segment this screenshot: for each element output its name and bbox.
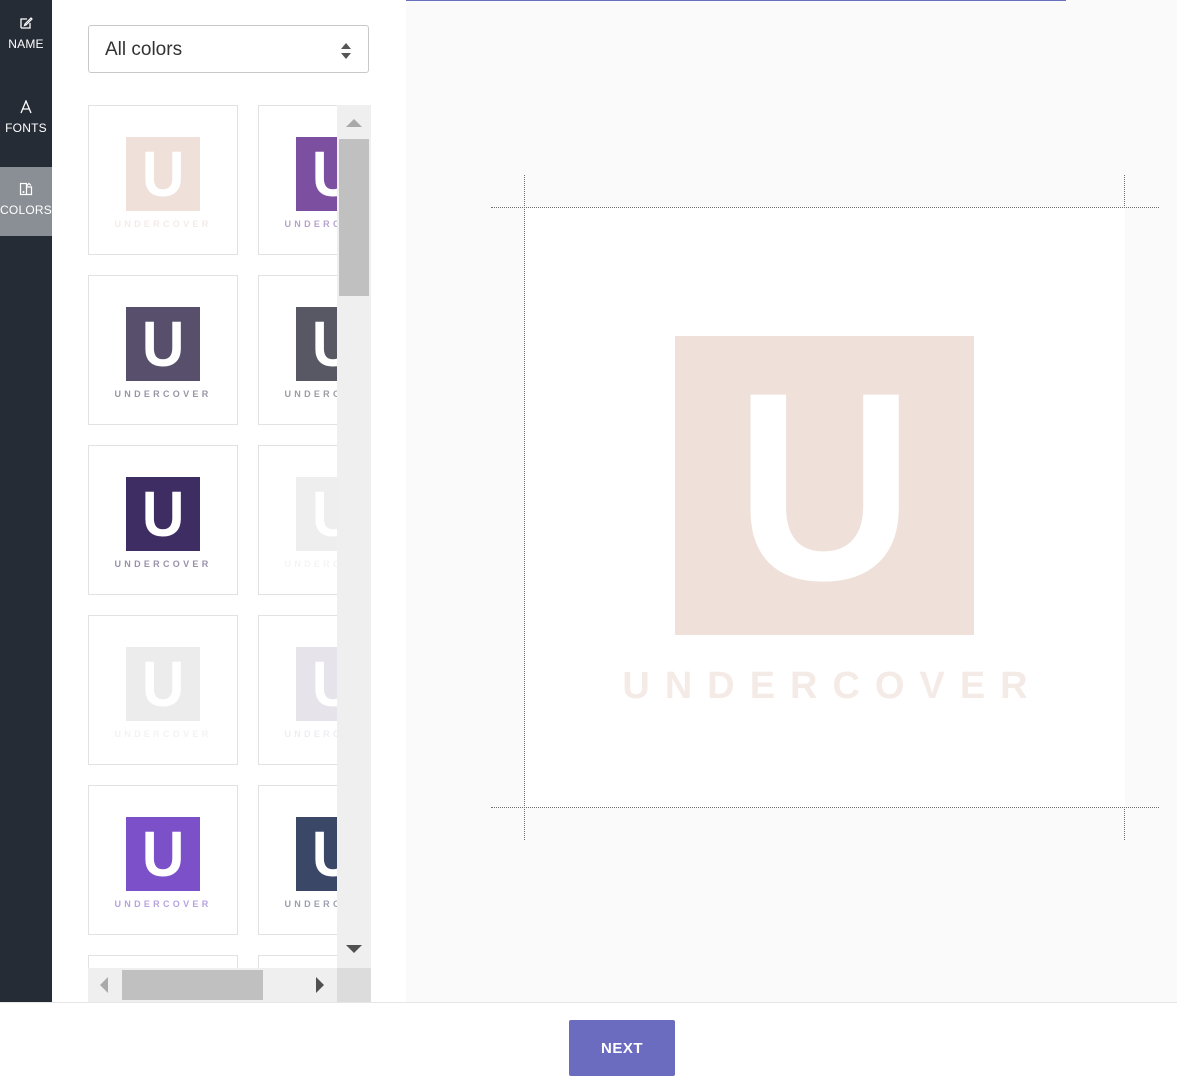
logo-letter: U xyxy=(312,652,337,716)
logo-letter: U xyxy=(735,335,914,636)
scroll-right-arrow-icon[interactable] xyxy=(316,977,324,993)
horizontal-scrollbar[interactable] xyxy=(88,968,337,1002)
logo-wordmark: UNDERCOVER xyxy=(284,899,337,909)
logo-wordmark: UNDERCOVER xyxy=(284,219,337,229)
sidebar-item-label: NAME xyxy=(8,37,44,51)
logo-mark: U xyxy=(675,336,974,635)
palette-option[interactable]: U UNDERCOVER xyxy=(88,105,238,255)
logo-wordmark: UNDERCOVER xyxy=(114,899,212,909)
logo-mark: U xyxy=(126,647,200,721)
footer-bar: NEXT xyxy=(0,1002,1177,1084)
icon-sidebar: NAME FONTS COLORS xyxy=(0,0,52,1002)
palette-option[interactable]: U UNDERCOVER xyxy=(258,105,337,255)
sidebar-item-label: FONTS xyxy=(5,121,47,135)
palette-option[interactable]: U UNDERCOVER xyxy=(258,615,337,765)
select-arrows-icon xyxy=(340,41,352,61)
logo-wordmark: UNDERCOVER xyxy=(284,559,337,569)
logo-preview: U UNDERCOVER xyxy=(525,208,1125,807)
logo-mark: U xyxy=(296,137,337,211)
palette-option[interactable]: U UNDERCOVER xyxy=(258,445,337,595)
logo-letter: U xyxy=(141,818,185,890)
logo-mark: U xyxy=(296,477,337,551)
palette-option[interactable]: UUNDERCOVER xyxy=(258,955,337,968)
logo-mark: U xyxy=(296,817,337,891)
logo-letter: U xyxy=(141,308,185,380)
scroll-up-arrow-icon[interactable] xyxy=(346,119,362,127)
logo-letter: U xyxy=(312,822,337,886)
logo-wordmark: UNDERCOVER xyxy=(114,389,212,399)
progress-bar xyxy=(406,0,1066,1)
scrollbar-thumb[interactable] xyxy=(122,970,263,1000)
sidebar-item-colors[interactable]: COLORS xyxy=(0,167,52,236)
scrollbar-corner xyxy=(337,968,371,1002)
color-filter-select[interactable]: All colors xyxy=(88,25,369,73)
palette-option[interactable]: U UNDERCOVER xyxy=(258,275,337,425)
logo-letter: U xyxy=(141,138,185,210)
logo-wordmark: UNDERCOVER xyxy=(114,219,212,229)
logo-wordmark: UNDERCOVER xyxy=(622,665,1043,707)
next-button[interactable]: NEXT xyxy=(569,1020,675,1076)
sidebar-item-label: COLORS xyxy=(0,203,52,217)
palette-grid: U UNDERCOVER U UNDERCOVER U UNDERCOVER U UNDERC… xyxy=(88,105,337,968)
preview-canvas: U UNDERCOVER xyxy=(406,0,1177,1002)
palette-option[interactable]: U UNDERCOVER xyxy=(88,785,238,935)
font-icon xyxy=(0,84,52,118)
logo-letter: U xyxy=(312,482,337,546)
palette-option[interactable]: U UNDERCOVER xyxy=(88,615,238,765)
palette-option[interactable]: U UNDERCOVER xyxy=(88,275,238,425)
color-filter-value: All colors xyxy=(105,39,183,60)
logo-letter: U xyxy=(141,478,185,550)
logo-mark: U xyxy=(296,647,337,721)
logo-mark: U xyxy=(126,137,200,211)
logo-mark: U xyxy=(296,307,337,381)
logo-wordmark: UNDERCOVER xyxy=(284,389,337,399)
vertical-scrollbar[interactable] xyxy=(337,105,371,968)
palette-option[interactable]: UUNDERCOVER xyxy=(88,955,238,968)
sidebar-item-fonts[interactable]: FONTS xyxy=(0,84,52,156)
logo-wordmark: UNDERCOVER xyxy=(114,559,212,569)
logo-wordmark: UNDERCOVER xyxy=(284,729,337,739)
guide-line xyxy=(491,807,1159,808)
palette-icon xyxy=(0,167,52,200)
logo-letter: U xyxy=(312,142,337,206)
logo-mark: U xyxy=(126,817,200,891)
edit-icon xyxy=(0,0,52,34)
palette-option[interactable]: U UNDERCOVER xyxy=(88,445,238,595)
options-panel: All colors UUNDERCOVERUUNDERCOVERUUNDERC… xyxy=(52,0,406,1002)
logo-letter: U xyxy=(312,312,337,376)
logo-wordmark: UNDERCOVER xyxy=(114,729,212,739)
logo-mark: U xyxy=(126,477,200,551)
palette-option[interactable]: U UNDERCOVER xyxy=(258,785,337,935)
logo-letter: U xyxy=(141,648,185,720)
scrollbar-thumb[interactable] xyxy=(339,139,369,296)
logo-mark: U xyxy=(126,307,200,381)
scroll-down-arrow-icon[interactable] xyxy=(346,945,362,953)
scroll-left-arrow-icon[interactable] xyxy=(100,977,108,993)
sidebar-item-name[interactable]: NAME xyxy=(0,0,52,72)
